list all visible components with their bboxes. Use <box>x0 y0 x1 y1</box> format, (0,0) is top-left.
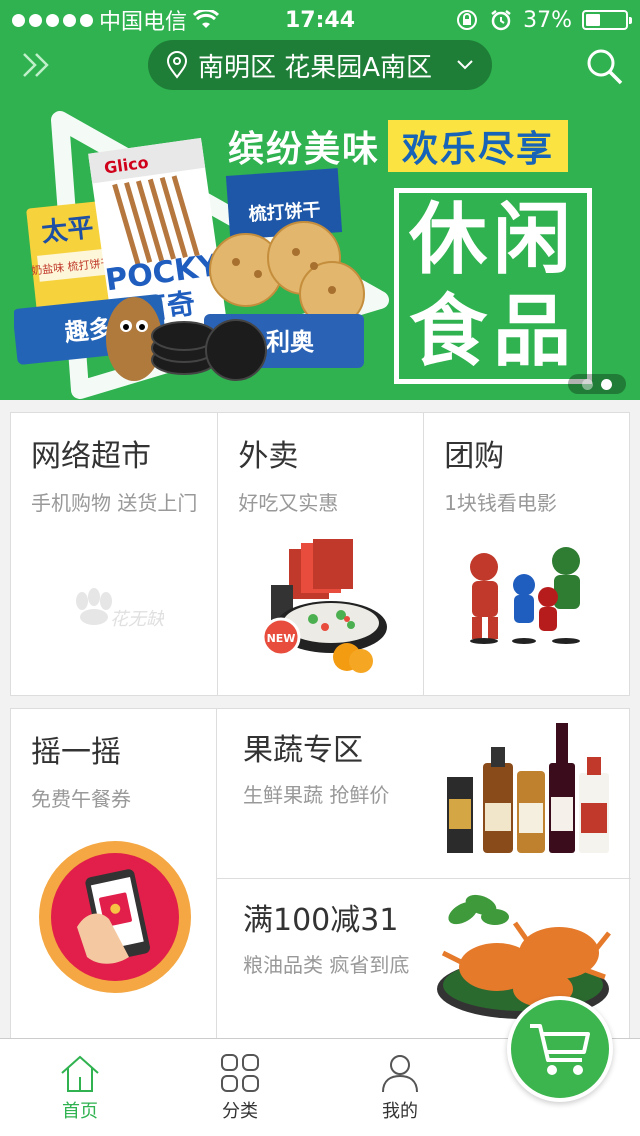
promo-banner[interactable]: 南明区 花果园A南区 缤纷美味 欢乐尽享 太平 奶盐味 梳打饼干 Glico P… <box>0 40 640 400</box>
banner-pagination[interactable] <box>568 374 626 394</box>
battery-percent: 37% <box>523 7 572 33</box>
cart-button[interactable] <box>507 996 613 1102</box>
movie-figures-image <box>469 547 580 644</box>
top-navigation: 南明区 花果园A南区 <box>0 40 640 92</box>
tab-label: 分类 <box>222 1100 258 1122</box>
chevron-down-icon <box>457 60 473 70</box>
card-title: 外卖 <box>238 439 299 474</box>
card-title: 团购 <box>444 439 505 474</box>
alarm-icon <box>491 10 511 31</box>
card-subtitle: 好吃又实惠 <box>238 491 339 515</box>
tab-profile[interactable]: 我的 <box>320 1039 480 1136</box>
status-bar: 中国电信 17:44 37% <box>0 0 640 40</box>
svg-text:NEW: NEW <box>266 632 295 645</box>
placeholder-logo-icon: 花无缺 <box>76 588 164 630</box>
box-line-2: 食品 <box>408 287 577 377</box>
svg-text:利奥: 利奥 <box>266 328 315 356</box>
svg-text:花无缺: 花无缺 <box>110 609 164 630</box>
shake-phone-icon <box>39 841 191 993</box>
supermarket-card[interactable]: 网络超市 手机购物 送货上门 花无缺 <box>11 413 219 695</box>
tab-label: 首页 <box>62 1100 98 1122</box>
location-selector[interactable]: 南明区 花果园A南区 <box>148 40 492 90</box>
snack-products-illustration: 太平 奶盐味 梳打饼干 Glico POCKY 百奇 梳打饼干 趣多多 利奥 <box>14 137 365 381</box>
wifi-icon <box>193 10 220 28</box>
card-subtitle: 免费午餐券 <box>31 787 131 811</box>
grid-icon <box>221 1053 259 1092</box>
location-pin-icon <box>166 51 188 79</box>
box-line-1: 休闲 <box>408 195 577 285</box>
card-title: 摇一摇 <box>31 735 121 770</box>
produce-card[interactable]: 果蔬专区 生鲜果蔬 抢鲜价 <box>217 709 631 879</box>
headline-right: 欢乐尽享 <box>388 120 569 172</box>
card-subtitle: 手机购物 送货上门 <box>31 491 198 515</box>
page-dot[interactable] <box>582 378 593 390</box>
page-dot-active[interactable] <box>601 378 612 390</box>
shake-card[interactable]: 摇一摇 免费午餐券 <box>11 709 217 1049</box>
svg-text:太平: 太平 <box>40 213 95 248</box>
takeaway-food-image: NEW <box>261 539 387 673</box>
promotion-grid: 摇一摇 免费午餐券 果蔬专区 生鲜果蔬 抢鲜价 满100减31 粮油品类 疯省到… <box>10 708 631 1049</box>
home-icon <box>61 1055 99 1092</box>
user-icon <box>382 1054 418 1092</box>
card-subtitle: 1块钱看电影 <box>444 491 557 515</box>
rotation-lock-icon <box>457 10 478 30</box>
tab-category[interactable]: 分类 <box>160 1039 320 1136</box>
tab-home[interactable]: 首页 <box>0 1039 160 1136</box>
signal-icon <box>12 13 93 27</box>
group-buy-card[interactable]: 团购 1块钱看电影 <box>424 413 629 695</box>
cart-icon <box>530 1024 590 1075</box>
card-title: 网络超市 <box>31 439 151 474</box>
tab-label: 我的 <box>382 1100 418 1122</box>
location-text: 南明区 花果园A南区 <box>198 52 433 83</box>
liquor-bottles-image <box>447 723 609 853</box>
battery-icon <box>582 10 632 30</box>
carrier-label: 中国电信 <box>99 10 188 35</box>
category-title-box: 休闲 食品 <box>394 188 592 384</box>
search-icon[interactable] <box>584 46 624 86</box>
double-chevron-icon[interactable] <box>20 48 54 82</box>
service-grid: 网络超市 手机购物 送货上门 花无缺 外卖 好吃又实惠 NEW 团购 1块钱看电… <box>10 412 630 696</box>
takeaway-card[interactable]: 外卖 好吃又实惠 NEW <box>218 413 425 695</box>
